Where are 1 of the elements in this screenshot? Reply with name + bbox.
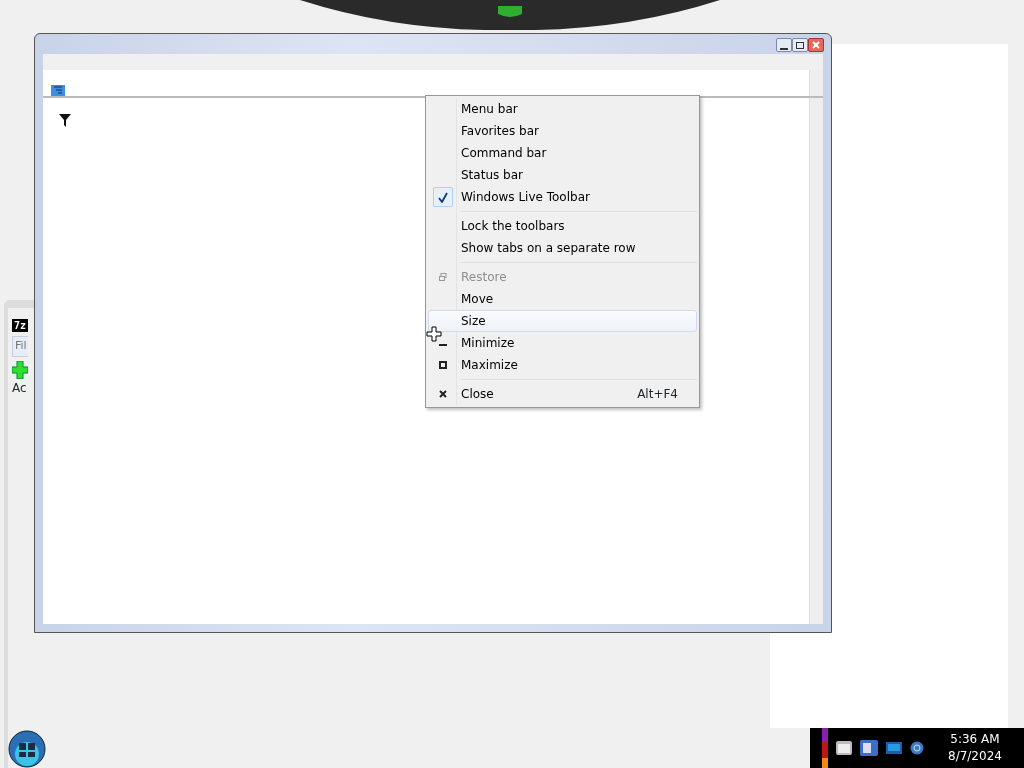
logo-icon: 7z: [12, 319, 29, 332]
